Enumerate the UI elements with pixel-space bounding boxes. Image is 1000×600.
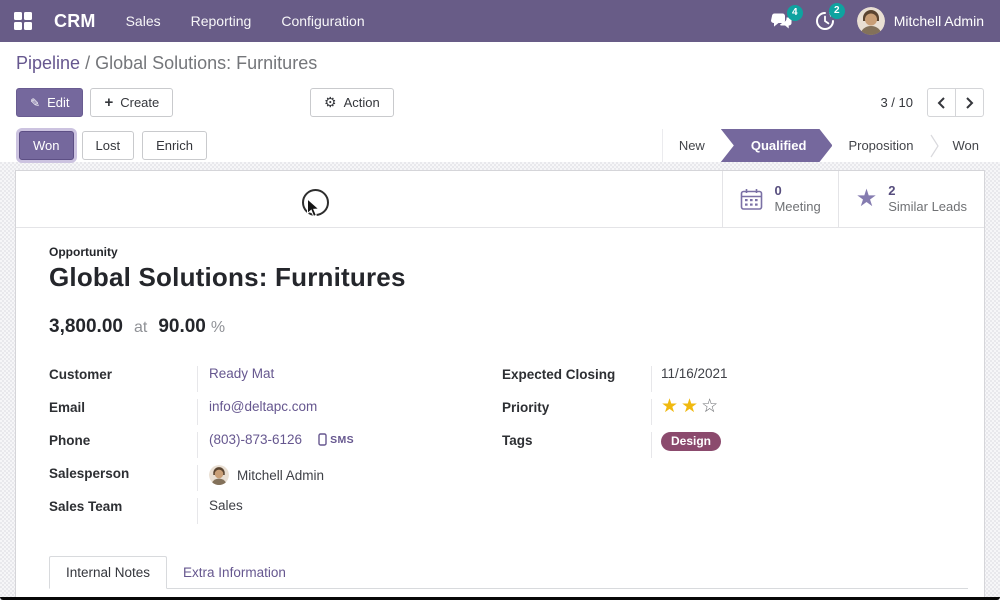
phone-label: Phone [49, 432, 197, 448]
pencil-icon: ✎ [30, 96, 40, 110]
field-sales-team: Sales Team Sales [49, 498, 502, 531]
salesperson-label: Salesperson [49, 465, 197, 481]
meeting-stat-button[interactable]: 0 Meeting [722, 171, 837, 227]
lost-button[interactable]: Lost [82, 131, 135, 160]
star-filled-icon[interactable]: ★ [661, 397, 678, 416]
stage-new[interactable]: New [663, 129, 721, 162]
similar-leads-label: Similar Leads [888, 199, 967, 215]
menu-reporting[interactable]: Reporting [191, 13, 252, 29]
email-link[interactable]: info@deltapc.com [209, 399, 317, 414]
star-icon: ★ [856, 187, 878, 211]
star-filled-icon[interactable]: ★ [681, 397, 698, 416]
plus-icon: + [104, 96, 113, 109]
action-button-label: Action [344, 95, 380, 110]
stage-statusbar: New Qualified Proposition Won [662, 129, 1000, 162]
stage-qualified[interactable]: Qualified [721, 129, 833, 162]
field-tags: Tags Design [502, 432, 968, 465]
chevron-right-icon [965, 97, 974, 109]
grid-icon [14, 12, 32, 30]
phone-link[interactable]: (803)-873-6126 [209, 432, 302, 447]
pager: 3 / 10 [880, 88, 984, 117]
field-salesperson: Salesperson Mitchell A [49, 465, 502, 498]
button-box: 0 Meeting ★ 2 Similar Leads [16, 171, 984, 228]
expected-closing-label: Expected Closing [502, 366, 651, 382]
tags-label: Tags [502, 432, 651, 448]
field-customer: Customer Ready Mat [49, 366, 502, 399]
won-button[interactable]: Won [19, 131, 74, 160]
pager-counter: 3 / 10 [880, 95, 913, 110]
user-menu[interactable]: Mitchell Admin [857, 7, 984, 35]
similar-leads-stat-button[interactable]: ★ 2 Similar Leads [838, 171, 984, 227]
similar-leads-count: 2 [888, 183, 967, 199]
priority-label: Priority [502, 399, 651, 415]
field-priority: Priority ★★☆ [502, 399, 968, 432]
field-expected-closing: Expected Closing 11/16/2021 [502, 366, 968, 399]
opportunity-title: Global Solutions: Furnitures [49, 262, 968, 293]
breadcrumb-separator: / [85, 53, 90, 73]
tab-extra-information[interactable]: Extra Information [167, 557, 302, 588]
sales-team-value: Sales [209, 498, 243, 513]
activities-icon[interactable]: 2 [815, 11, 835, 31]
mobile-phone-icon [318, 433, 327, 446]
messages-badge: 4 [787, 5, 803, 21]
at-label: at [134, 319, 147, 337]
breadcrumb-current: Global Solutions: Furnitures [95, 53, 317, 73]
app-name[interactable]: CRM [54, 11, 96, 32]
salesperson-value: Mitchell Admin [237, 468, 324, 483]
action-button[interactable]: ⚙ Action [310, 88, 394, 117]
sales-team-label: Sales Team [49, 498, 197, 514]
menu-sales[interactable]: Sales [126, 13, 161, 29]
calendar-icon [740, 188, 763, 211]
messages-icon[interactable]: 4 [771, 13, 793, 30]
avatar [857, 7, 885, 35]
meeting-count: 0 [774, 183, 820, 199]
top-navbar: CRM Sales Reporting Configuration 4 2 [0, 0, 1000, 42]
customer-link[interactable]: Ready Mat [209, 366, 274, 381]
edit-button[interactable]: ✎ Edit [16, 88, 83, 117]
expected-revenue: 3,800.00 at 90.00 % [49, 316, 968, 338]
tab-internal-notes[interactable]: Internal Notes [49, 556, 167, 589]
record-type-label: Opportunity [49, 245, 968, 259]
meeting-label: Meeting [774, 199, 820, 215]
menu-configuration[interactable]: Configuration [281, 13, 364, 29]
create-button-label: Create [120, 95, 159, 110]
edit-button-label: Edit [47, 95, 69, 110]
sms-button[interactable]: SMS [318, 432, 354, 446]
priority-stars[interactable]: ★★☆ [661, 397, 718, 416]
field-email: Email info@deltapc.com [49, 399, 502, 432]
mouse-cursor-icon [306, 198, 321, 219]
email-label: Email [49, 399, 197, 415]
customer-label: Customer [49, 366, 197, 382]
activities-badge: 2 [829, 3, 845, 19]
user-name: Mitchell Admin [894, 13, 984, 29]
tag-design: Design [661, 432, 721, 451]
stage-won[interactable]: Won [939, 129, 1000, 162]
expected-closing-value: 11/16/2021 [661, 366, 728, 381]
breadcrumb: Pipeline / Global Solutions: Furnitures [16, 53, 317, 74]
sms-label: SMS [330, 434, 354, 446]
apps-menu-icon[interactable] [0, 0, 46, 42]
percent-sign: % [211, 319, 225, 337]
notebook-tabs: Internal Notes Extra Information [49, 556, 968, 589]
amount-value: 3,800.00 [49, 316, 123, 338]
form-sheet: 0 Meeting ★ 2 Similar Leads Opportunity … [15, 170, 985, 600]
create-button[interactable]: + Create [90, 88, 173, 117]
chevron-left-icon [937, 97, 946, 109]
breadcrumb-pipeline[interactable]: Pipeline [16, 53, 80, 73]
probability-value: 90.00 [158, 316, 206, 338]
salesperson-avatar [209, 465, 229, 485]
stage-separator-icon [930, 129, 939, 162]
field-phone: Phone (803)-873-6126 SMS [49, 432, 502, 465]
pager-previous-button[interactable] [927, 88, 956, 117]
stage-proposition[interactable]: Proposition [832, 129, 929, 162]
gear-icon: ⚙ [324, 96, 337, 109]
control-panel: Pipeline / Global Solutions: Furnitures … [0, 42, 1000, 162]
enrich-button[interactable]: Enrich [142, 131, 207, 160]
star-empty-icon[interactable]: ☆ [701, 397, 718, 416]
pager-next-button[interactable] [955, 88, 984, 117]
